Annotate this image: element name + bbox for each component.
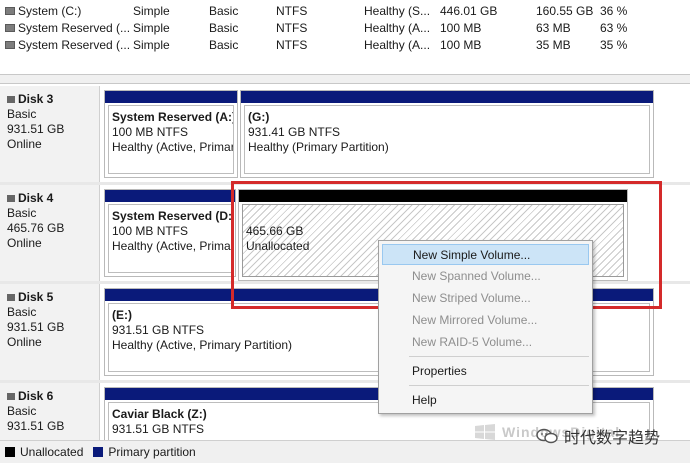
volume-capacity: 100 MB (440, 21, 482, 35)
volume-free: 63 MB (536, 21, 571, 35)
volume-type: Basic (209, 21, 239, 35)
disk-state: Online (7, 335, 42, 349)
disk-state: Online (7, 236, 42, 250)
disk-row-3: Disk 3 Basic 931.51 GB Online System Res… (0, 86, 690, 182)
disk-state: Online (7, 137, 42, 151)
disk-name: Disk 5 (18, 290, 54, 304)
volume-layout: Simple (133, 4, 170, 18)
volume-name: System (C:) (18, 4, 82, 18)
disk-label[interactable]: Disk 5 Basic 931.51 GB Online (0, 284, 100, 380)
partition-bar (105, 91, 237, 103)
menu-new-raid5-volume[interactable]: New RAID-5 Volume... (382, 332, 589, 353)
disk-icon (7, 294, 15, 301)
volume-fs: NTFS (276, 21, 308, 35)
disk-kind: Basic (7, 404, 37, 418)
volume-free-pct: 35 % (600, 38, 628, 52)
partition-size: 931.41 GB NTFS (248, 125, 341, 139)
partition-body: (G:) 931.41 GB NTFS Healthy (Primary Par… (244, 105, 650, 174)
partition-status: Healthy (Active, Primar (112, 140, 234, 154)
menu-help[interactable]: Help (382, 390, 589, 411)
disk-size: 465.76 GB (7, 221, 65, 235)
volume-row[interactable]: System Reserved (... Simple Basic NTFS H… (0, 37, 690, 53)
volume-row[interactable]: System Reserved (... Simple Basic NTFS H… (0, 20, 690, 36)
volume-name: System Reserved (... (18, 21, 131, 35)
volume-type: Basic (209, 38, 239, 52)
menu-properties[interactable]: Properties (382, 361, 589, 382)
disk-icon (7, 393, 15, 400)
volume-layout: Simple (133, 21, 170, 35)
partition-size: 100 MB NTFS (112, 224, 189, 238)
disk-name: Disk 6 (18, 389, 54, 403)
disk-management-window: System (C:) Simple Basic NTFS Healthy (S… (0, 0, 690, 463)
disk-label[interactable]: Disk 6 Basic 931.51 GB (0, 383, 100, 440)
context-menu: New Simple Volume... New Spanned Volume.… (378, 240, 593, 414)
partition-system-reserved-a[interactable]: System Reserved (A:) 100 MB NTFS Healthy… (104, 90, 238, 178)
volume-status: Healthy (S... (364, 4, 431, 18)
disk-size: 931.51 GB (7, 122, 65, 136)
volume-capacity: 446.01 GB (440, 4, 498, 18)
volume-capacity: 100 MB (440, 38, 482, 52)
disk-name: Disk 4 (18, 191, 54, 205)
volume-fs: NTFS (276, 38, 308, 52)
pane-splitter[interactable] (0, 74, 690, 84)
volume-list: System (C:) Simple Basic NTFS Healthy (S… (0, 0, 690, 74)
partition-title: (G:) (248, 110, 270, 124)
partition-bar (105, 190, 235, 202)
volume-row[interactable]: System (C:) Simple Basic NTFS Healthy (S… (0, 3, 690, 19)
volume-fs: NTFS (276, 4, 308, 18)
menu-separator (409, 356, 589, 357)
partition-g[interactable]: (G:) 931.41 GB NTFS Healthy (Primary Par… (240, 90, 654, 178)
volume-type: Basic (209, 4, 239, 18)
partition-title: System Reserved (A:) (112, 110, 234, 124)
partition-body: System Reserved (D: 100 MB NTFS Healthy … (108, 204, 232, 273)
volume-free-pct: 63 % (600, 21, 628, 35)
partition-bar (241, 91, 653, 103)
legend-primary: Primary partition (93, 445, 196, 459)
legend-unallocated: Unallocated (5, 445, 83, 459)
volume-free: 35 MB (536, 38, 571, 52)
volume-icon (5, 7, 15, 15)
disk-name: Disk 3 (18, 92, 54, 106)
wechat-account: 时代数字趋势 (564, 428, 661, 447)
partition-body: System Reserved (A:) 100 MB NTFS Healthy… (108, 105, 234, 174)
disk-label[interactable]: Disk 3 Basic 931.51 GB Online (0, 86, 100, 182)
partition-size: 100 MB NTFS (112, 125, 189, 139)
disk-icon (7, 96, 15, 103)
disk-size: 931.51 GB (7, 320, 65, 334)
disk-kind: Basic (7, 206, 37, 220)
volume-status: Healthy (A... (364, 38, 431, 52)
legend-swatch (93, 447, 104, 457)
menu-new-simple-volume[interactable]: New Simple Volume... (382, 244, 589, 265)
disk-kind: Basic (7, 107, 37, 121)
partition-title: System Reserved (D: (112, 209, 232, 223)
volume-free: 160.55 GB (536, 4, 594, 18)
volume-name: System Reserved (... (18, 38, 131, 52)
windows-logo-icon (475, 424, 495, 440)
wechat-watermark: 时代数字趋势 (536, 424, 660, 448)
menu-separator (409, 385, 589, 386)
partition-system-reserved-d[interactable]: System Reserved (D: 100 MB NTFS Healthy … (104, 189, 236, 277)
volume-status: Healthy (A... (364, 21, 431, 35)
volume-icon (5, 41, 15, 49)
volume-icon (5, 24, 15, 32)
legend-label: Unallocated (20, 445, 84, 459)
disk-label[interactable]: Disk 4 Basic 465.76 GB Online (0, 185, 100, 281)
menu-new-mirrored-volume[interactable]: New Mirrored Volume... (382, 310, 589, 331)
wechat-icon (536, 428, 558, 444)
disk-size: 931.51 GB (7, 419, 65, 433)
partition-status: Healthy (Active, Prima (112, 239, 231, 253)
volume-layout: Simple (133, 38, 170, 52)
legend-swatch (5, 447, 15, 457)
legend-label: Primary partition (108, 445, 196, 459)
disk-kind: Basic (7, 305, 37, 319)
volume-free-pct: 36 % (600, 4, 628, 18)
menu-new-spanned-volume[interactable]: New Spanned Volume... (382, 266, 589, 287)
partition-status: Healthy (Primary Partition) (248, 140, 389, 154)
menu-new-striped-volume[interactable]: New Striped Volume... (382, 288, 589, 309)
disk-icon (7, 195, 15, 202)
